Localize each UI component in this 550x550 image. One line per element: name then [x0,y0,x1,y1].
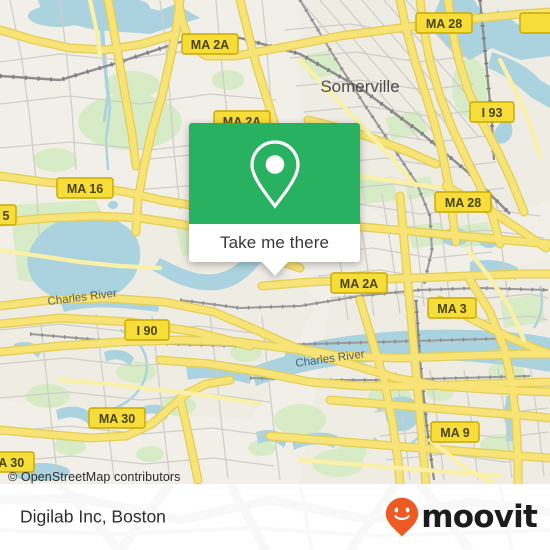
route-shield: MA 2A [330,272,388,294]
popup-image-area[interactable] [189,123,360,224]
route-shield: 5 [0,204,17,226]
svg-text:MA 2A: MA 2A [191,38,229,52]
place-title: Digilab Inc, Boston [20,506,166,527]
svg-text:MA 16: MA 16 [67,182,103,196]
take-me-there-popup[interactable]: Take me there [189,123,360,276]
map-screenshot-root: Somerville Charles River Charles River M… [0,0,550,550]
svg-text:MA 2A: MA 2A [340,277,378,291]
moovit-wordmark: moovit [421,498,538,535]
route-shield: I 93 [469,101,515,123]
svg-text:MA 9: MA 9 [440,426,469,440]
svg-text:MA 28: MA 28 [426,17,462,31]
route-shield: I 90 [124,319,170,341]
route-shield: MA 3 [427,297,477,319]
moovit-smile-pin-icon [386,497,419,537]
take-me-there-label: Take me there [219,233,330,252]
popup-cta-area[interactable]: Take me there [189,224,360,276]
svg-text:MA 30: MA 30 [0,456,24,470]
route-shield: MA 30 [0,451,35,473]
svg-text:I 90: I 90 [137,324,158,338]
svg-text:MA 3: MA 3 [437,302,466,316]
svg-text:MA 30: MA 30 [99,412,135,426]
route-shield: MA 30 [88,407,146,429]
route-shield [519,12,550,34]
map-pin-icon [249,139,300,209]
route-shield: MA 9 [430,421,480,443]
svg-text:5: 5 [3,209,10,223]
svg-text:MA 28: MA 28 [445,196,481,210]
popup-pointer-tail [261,262,288,276]
moovit-logo[interactable]: moovit [385,497,538,537]
route-shield: MA 16 [56,177,114,199]
footer-bar: Digilab Inc, Boston moovit [0,484,550,550]
osm-attribution[interactable]: © OpenStreetMap contributors [8,470,181,484]
route-shield: MA 2A [181,33,239,55]
place-label-somerville: Somerville [320,77,399,96]
route-shield: MA 28 [434,191,492,213]
route-shield: MA 28 [415,12,473,34]
svg-text:I 93: I 93 [482,106,503,120]
